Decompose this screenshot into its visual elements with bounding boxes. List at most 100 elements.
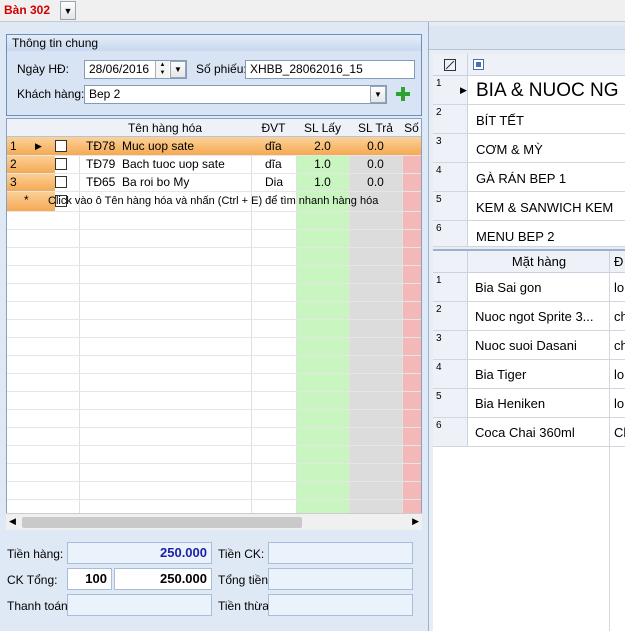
header-qty[interactable]: SL Lấy (296, 119, 349, 137)
search-hint: Click vào ô Tên hàng hóa và nhấn (Ctrl +… (48, 195, 379, 207)
items-grid-header: Mặt hàng Đ (433, 249, 625, 273)
item-row[interactable]: 6 Coca Chai 360ml Ch (433, 418, 625, 447)
header-item-unit[interactable]: Đ (614, 251, 623, 273)
item-qty[interactable]: 2.0 (296, 137, 349, 155)
row-number: 3 (10, 175, 17, 189)
customer-dropdown-button[interactable]: ▼ (370, 86, 386, 103)
row-number: 5 (433, 192, 468, 220)
menu-panel: 1 ▶ BIA & NUOC NG 2 BÍT TẾT 3 CƠM & MỲ 4… (428, 22, 625, 631)
item-name: Nuoc suoi Dasani (475, 338, 577, 353)
table-dropdown-button[interactable]: ▼ (60, 1, 76, 20)
top-bar: Bàn 302 ▼ (0, 0, 625, 22)
voucher-label: Số phiếu: (196, 62, 247, 76)
category-item[interactable]: 2 BÍT TẾT (433, 105, 625, 134)
item-unit: dĩa (265, 139, 282, 153)
item-return[interactable]: 0.0 (349, 155, 402, 173)
table-row[interactable]: 1 ▶ TĐ78 Muc uop sate dĩa 2.0 0.0 (7, 137, 421, 155)
item-qty[interactable]: 1.0 (296, 155, 349, 173)
voucher-field[interactable]: XHBB_28062016_15 (245, 60, 415, 79)
row-indicator-icon: ▶ (35, 141, 42, 151)
item-row[interactable]: 5 Bia Heniken lo (433, 389, 625, 418)
items-empty-area (433, 447, 625, 631)
item-name[interactable]: Ba roi bo My (122, 173, 250, 191)
item-row[interactable]: 2 Nuoc ngot Sprite 3... ch (433, 302, 625, 331)
item-name: Nuoc ngot Sprite 3... (475, 309, 594, 324)
item-name: Bia Sai gon (475, 280, 542, 295)
row-checkbox[interactable] (55, 176, 67, 188)
row-number: 6 (433, 221, 468, 246)
item-code: TĐ79 (86, 157, 116, 171)
item-return[interactable]: 0.0 (349, 173, 402, 191)
row-checkbox[interactable] (55, 140, 67, 152)
item-unit: ch (614, 309, 625, 324)
chevron-down-icon: ▼ (174, 65, 182, 74)
item-unit: dĩa (265, 157, 282, 171)
date-spinner[interactable]: ▲ ▼ (155, 61, 169, 78)
change-value (268, 594, 413, 616)
header-return[interactable]: SL Trả (349, 119, 402, 137)
add-customer-button[interactable] (393, 84, 413, 104)
category-item[interactable]: 4 GÀ RÁN BEP 1 (433, 163, 625, 192)
total-value (268, 568, 413, 590)
item-row[interactable]: 4 Bia Tiger lo (433, 360, 625, 389)
category-name: BÍT TẾT (476, 113, 524, 128)
category-item[interactable]: 5 KEM & SANWICH KEM (433, 192, 625, 221)
scroll-left-icon[interactable]: ◀ (9, 516, 16, 527)
item-return[interactable]: 0.0 (349, 137, 402, 155)
customer-value: Bep 2 (89, 87, 121, 101)
item-unit: lo (614, 396, 625, 411)
header-item-name[interactable]: Mặt hàng (469, 251, 609, 273)
group-title: Thông tin chung (7, 35, 421, 51)
item-name[interactable]: Bach tuoc uop sate (122, 155, 250, 173)
subtotal-value: 250.000 (67, 542, 212, 564)
change-label: Tiền thừa: (218, 599, 273, 613)
discount-label: Tiền CK: (218, 547, 265, 561)
scroll-right-icon[interactable]: ▶ (412, 516, 419, 527)
scroll-thumb[interactable] (22, 517, 302, 528)
category-name: MENU BEP 2 (476, 229, 555, 244)
category-grid-header (433, 54, 625, 76)
ck-total-label: CK Tổng: (7, 573, 58, 587)
grid-option-icon[interactable] (473, 59, 484, 70)
item-row[interactable]: 1 Bia Sai gon lo (433, 273, 625, 302)
category-name: CƠM & MỲ (476, 142, 543, 157)
item-name: Bia Tiger (475, 367, 527, 382)
table-row[interactable]: 3 TĐ65 Ba roi bo My Dia 1.0 0.0 (7, 173, 421, 191)
header-name[interactable]: Tên hàng hóa (79, 119, 251, 137)
category-name: BIA & NUOC NG (476, 80, 619, 101)
order-items-grid: Tên hàng hóa ĐVT SL Lấy SL Trả Số 1 ▶ TĐ… (6, 118, 422, 530)
paid-value[interactable] (67, 594, 212, 616)
row-indicator-icon: ▶ (460, 85, 467, 95)
header-so[interactable]: Số (402, 119, 421, 137)
subtotal-label: Tiền hàng: (7, 547, 64, 561)
row-number: 2 (10, 157, 17, 171)
order-panel: Thông tin chung Ngày HĐ: 28/06/2016 ▲ ▼ ▼… (0, 22, 428, 631)
new-row[interactable]: * Click vào ô Tên hàng hóa và nhấn (Ctrl… (7, 191, 421, 211)
item-name[interactable]: Muc uop sate (122, 137, 250, 155)
row-number: 1 (433, 273, 468, 301)
ck-percent-field[interactable]: 100 (67, 568, 112, 590)
table-row[interactable]: 2 TĐ79 Bach tuoc uop sate dĩa 1.0 0.0 (7, 155, 421, 173)
discount-value[interactable] (268, 542, 413, 564)
category-item[interactable]: 6 MENU BEP 2 (433, 221, 625, 247)
row-number: 2 (433, 105, 468, 133)
customer-field[interactable]: Bep 2 ▼ (84, 85, 387, 104)
header-spacer (7, 119, 79, 137)
category-item[interactable]: 1 ▶ BIA & NUOC NG (433, 76, 625, 105)
plus-icon (396, 87, 410, 101)
total-label: Tổng tiền: (218, 573, 272, 587)
row-checkbox[interactable] (55, 158, 67, 170)
category-item[interactable]: 3 CƠM & MỲ (433, 134, 625, 163)
row-number: 4 (433, 360, 468, 388)
item-qty[interactable]: 1.0 (296, 173, 349, 191)
item-unit: Ch (614, 425, 625, 440)
header-unit[interactable]: ĐVT (251, 119, 296, 137)
row-number: 3 (433, 331, 468, 359)
horizontal-scrollbar[interactable]: ◀ ▶ (6, 513, 422, 530)
date-field[interactable]: 28/06/2016 ▲ ▼ ▼ (84, 60, 187, 79)
ck-total-value[interactable]: 250.000 (114, 568, 212, 590)
item-unit: ch (614, 338, 625, 353)
item-row[interactable]: 3 Nuoc suoi Dasani ch (433, 331, 625, 360)
select-all-icon[interactable] (433, 54, 468, 76)
date-dropdown-button[interactable]: ▼ (170, 61, 186, 78)
